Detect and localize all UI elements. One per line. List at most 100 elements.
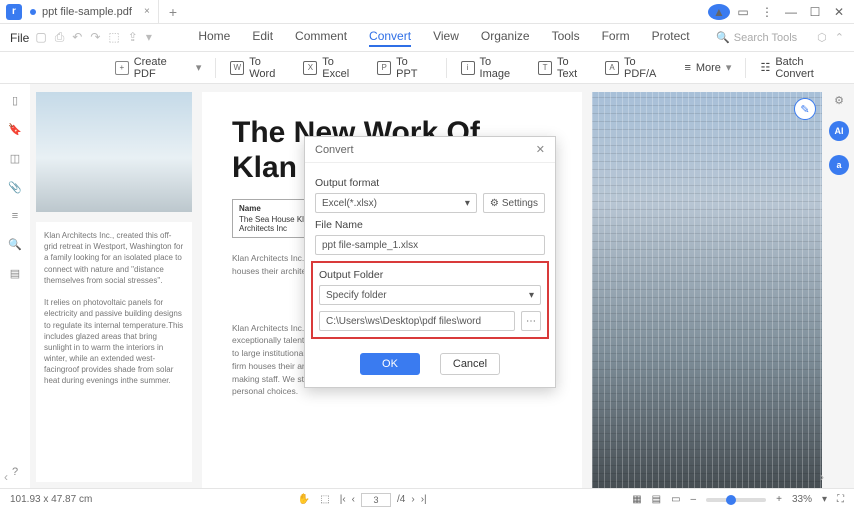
tab-title: ppt file-sample.pdf <box>42 6 132 18</box>
zoom-slider[interactable] <box>706 498 766 502</box>
search-tools[interactable]: 🔍 Search Tools <box>716 31 797 44</box>
thumbnails-icon[interactable]: ▯ <box>12 94 18 107</box>
tab-indicator-icon <box>30 9 36 15</box>
close-tab-icon[interactable]: × <box>144 6 150 17</box>
next-page-icon[interactable]: › <box>411 494 414 505</box>
burger-icon[interactable]: ≡ <box>12 210 18 222</box>
menu-tools[interactable]: Tools <box>552 29 580 47</box>
page-input[interactable]: 3 <box>361 493 391 507</box>
page-4: ✎ <box>592 92 822 488</box>
float-tool-icon[interactable]: ✎ <box>794 98 816 120</box>
body-text: Klan Architects Inc., created this off-g… <box>44 230 184 286</box>
to-excel-button[interactable]: XTo Excel <box>303 56 363 80</box>
clip-icon[interactable]: 📎 <box>8 181 22 194</box>
user-badge[interactable]: ▲ <box>708 4 730 20</box>
file-menu[interactable]: File <box>10 31 29 45</box>
translate-badge[interactable]: a <box>829 155 849 175</box>
to-image-button[interactable]: iTo Image <box>461 56 524 80</box>
plus-icon: + <box>115 61 129 75</box>
page-dimensions: 101.93 x 47.87 cm <box>10 494 92 505</box>
last-page-icon[interactable]: ›| <box>421 494 427 505</box>
cloud-icon[interactable]: ⬡ <box>817 31 827 44</box>
print-icon[interactable]: ⎙ <box>55 30 65 45</box>
statusbar: 101.93 x 47.87 cm ✋ ⬚ |‹ ‹ 3 /4 › ›| ▦ ▤… <box>0 488 854 510</box>
attachments-icon[interactable]: ◫ <box>10 152 20 165</box>
menu-view[interactable]: View <box>433 29 459 47</box>
menu-convert[interactable]: Convert <box>369 29 411 47</box>
menu-edit[interactable]: Edit <box>252 29 273 47</box>
page-2: Klan Architects Inc., created this off-g… <box>36 222 192 482</box>
zoom-out-icon[interactable]: – <box>691 494 697 505</box>
ai-badge[interactable]: AI <box>829 121 849 141</box>
batch-icon: ☷ <box>760 61 770 74</box>
folder-label: Output Folder <box>319 269 541 281</box>
to-pdfa-button[interactable]: ATo PDF/A <box>605 56 670 80</box>
expand-icon[interactable]: ⌃ <box>835 31 844 44</box>
page-1-image <box>36 92 192 212</box>
minimize-icon[interactable]: — <box>780 5 802 19</box>
dropdown-icon[interactable]: ▾ <box>146 30 152 45</box>
format-select[interactable]: Excel(*.xlsx)▾ <box>315 193 477 213</box>
folder-mode-select[interactable]: Specify folder▾ <box>319 285 541 305</box>
create-pdf-button[interactable]: +Create PDF▾ <box>115 56 202 80</box>
help-icon[interactable]: ? <box>12 466 18 478</box>
fullscreen-icon[interactable]: ⛶ <box>837 494 844 505</box>
cancel-button[interactable]: Cancel <box>440 353 500 375</box>
bookmark-icon[interactable]: 🔖 <box>8 123 22 136</box>
chat-icon[interactable]: ▭ <box>732 5 754 19</box>
select-tool-icon[interactable]: ⬚ <box>320 494 329 505</box>
menu-organize[interactable]: Organize <box>481 29 530 47</box>
excel-icon: X <box>303 61 317 75</box>
convert-toolbar: +Create PDF▾ WTo Word XTo Excel PTo PPT … <box>0 52 854 84</box>
new-tab-button[interactable]: + <box>159 4 187 20</box>
close-window-icon[interactable]: ✕ <box>828 5 850 19</box>
to-ppt-button[interactable]: PTo PPT <box>377 56 431 80</box>
open-icon[interactable]: ▢ <box>35 30 46 45</box>
scroll-left-icon[interactable]: ‹ <box>4 470 8 484</box>
redo-icon[interactable]: ↷ <box>90 30 100 45</box>
page-total: /4 <box>397 494 405 505</box>
layers-icon[interactable]: ▤ <box>10 267 20 280</box>
folder-path-input[interactable]: C:\Users\ws\Desktop\pdf files\word <box>319 311 515 331</box>
batch-convert-button[interactable]: ☷Batch Convert <box>760 56 844 80</box>
to-text-button[interactable]: TTo Text <box>538 56 591 80</box>
image-icon: i <box>461 61 475 75</box>
menu-protect[interactable]: Protect <box>652 29 690 47</box>
filename-input[interactable]: ppt file-sample_1.xlsx <box>315 235 545 255</box>
share-icon[interactable]: ⇪ <box>128 30 138 45</box>
view-mode-icon[interactable]: ▦ <box>632 494 641 505</box>
body-text: It relies on photovoltaic panels for ele… <box>44 297 184 387</box>
save-icon[interactable]: ⬚ <box>108 30 119 45</box>
prev-page-icon[interactable]: ‹ <box>352 494 355 505</box>
view-mode-icon[interactable]: ▤ <box>652 494 661 505</box>
menu-home[interactable]: Home <box>198 29 230 47</box>
zoom-in-icon[interactable]: + <box>776 494 782 505</box>
menu-comment[interactable]: Comment <box>295 29 347 47</box>
dialog-close-icon[interactable]: ✕ <box>536 143 545 156</box>
zoom-knob[interactable] <box>726 495 736 505</box>
building-image <box>592 92 822 488</box>
pdfa-icon: A <box>605 61 619 75</box>
zoom-icon[interactable]: 🔍 <box>8 238 22 251</box>
gear-icon: ⚙ <box>490 198 499 209</box>
sliders-icon[interactable]: ⚙ <box>834 94 844 107</box>
pager: |‹ ‹ 3 /4 › ›| <box>340 493 427 507</box>
more-button[interactable]: ≡More▾ <box>684 61 731 74</box>
view-mode-icon[interactable]: ▭ <box>671 494 680 505</box>
chevron-down-icon[interactable]: ▾ <box>822 494 827 505</box>
to-word-button[interactable]: WTo Word <box>230 56 289 80</box>
ok-button[interactable]: OK <box>360 353 420 375</box>
maximize-icon[interactable]: ☐ <box>804 5 826 19</box>
search-icon: 🔍 <box>716 31 730 44</box>
scroll-right-icon[interactable]: › <box>820 470 824 484</box>
hand-tool-icon[interactable]: ✋ <box>298 494 310 505</box>
first-page-icon[interactable]: |‹ <box>340 494 346 505</box>
undo-icon[interactable]: ↶ <box>72 30 82 45</box>
browse-button[interactable]: ⋯ <box>521 311 541 331</box>
convert-dialog: Convert ✕ Output format Excel(*.xlsx)▾ ⚙… <box>304 136 556 388</box>
document-tab[interactable]: ppt file-sample.pdf × <box>22 0 159 23</box>
menu-form[interactable]: Form <box>602 29 630 47</box>
kebab-icon[interactable]: ⋮ <box>756 5 778 19</box>
settings-button[interactable]: ⚙Settings <box>483 193 545 213</box>
quick-access-toolbar: ▢ ⎙ ↶ ↷ ⬚ ⇪ ▾ <box>35 30 152 45</box>
